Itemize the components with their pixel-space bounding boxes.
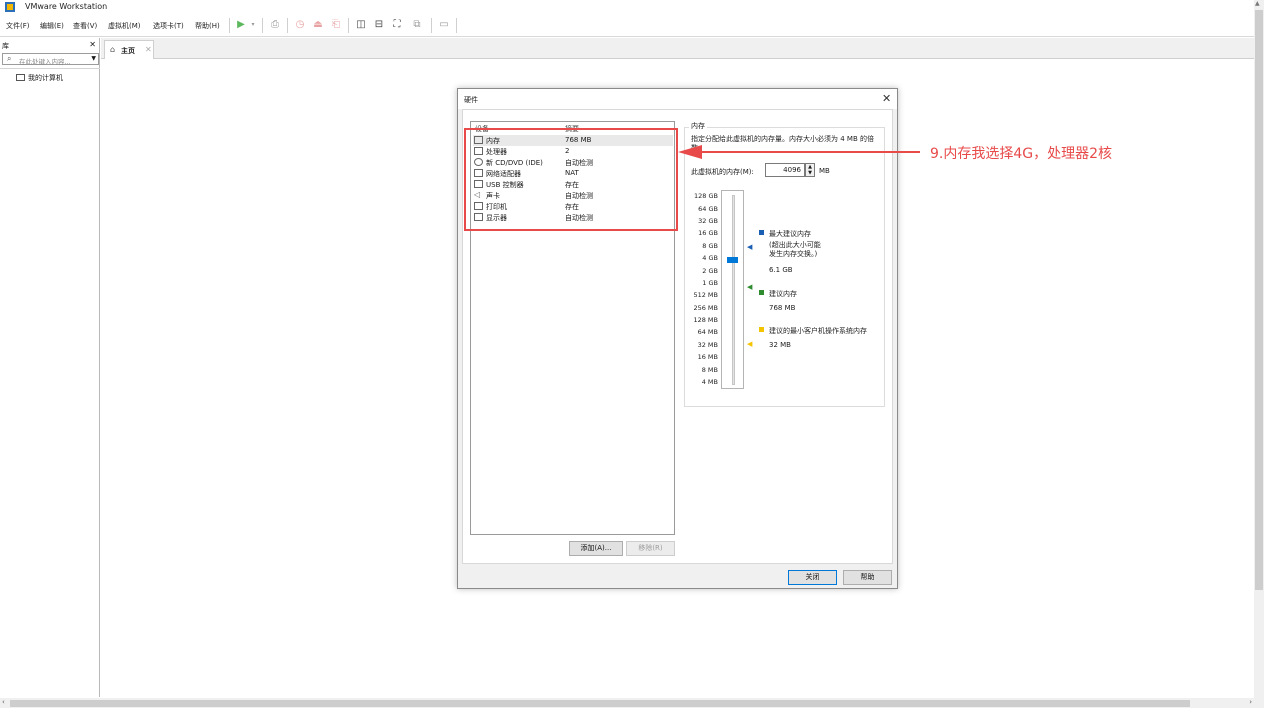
close-button[interactable]: 关闭 <box>788 570 837 585</box>
memory-size-input[interactable]: 4096 <box>765 163 805 177</box>
computer-icon <box>16 74 25 81</box>
legend-recommended-value: 768 MB <box>769 304 796 312</box>
annotation-arrow-icon <box>678 145 702 159</box>
scale-label: 32 GB <box>698 217 718 225</box>
memory-unit-label: MB <box>819 167 830 175</box>
scroll-up-icon[interactable]: ▲ <box>1255 0 1260 7</box>
thumbnail-bar-icon[interactable]: ⊟ <box>372 18 386 32</box>
menu-edit[interactable]: 编辑(E) <box>40 21 64 31</box>
tab-strip: ⌂ 主页 ✕ <box>101 38 1254 59</box>
vmware-logo-icon <box>5 2 15 12</box>
scale-label: 64 MB <box>697 328 718 336</box>
recommended-marker-icon: ◀ <box>747 283 753 291</box>
divider <box>0 68 100 69</box>
legend-swatch <box>759 230 764 235</box>
slider-track[interactable] <box>732 195 735 385</box>
tab-home[interactable]: ⌂ 主页 ✕ <box>104 40 154 59</box>
scale-label: 2 GB <box>702 267 718 275</box>
annotation-arrow-line <box>700 151 920 153</box>
title-bar: VMware Workstation <box>0 0 1264 15</box>
tree-item-label: 我的计算机 <box>28 74 63 82</box>
scale-label: 1 GB <box>702 279 718 287</box>
tree-item-my-computer[interactable]: 我的计算机 <box>16 73 63 83</box>
dialog-title: 硬件 <box>464 96 478 104</box>
memory-group-title: 内存 <box>689 121 707 131</box>
window-title: VMware Workstation <box>25 2 108 11</box>
toolbar-separator <box>287 18 288 33</box>
library-title: 库 <box>2 42 9 50</box>
memory-slider[interactable] <box>721 190 744 389</box>
horizontal-scrollbar[interactable]: ‹ › <box>0 698 1264 708</box>
send-keys-icon[interactable]: ⎙ <box>268 18 282 32</box>
menu-view[interactable]: 查看(V) <box>73 21 97 31</box>
memory-field-label: 此虚拟机的内存(M): <box>691 168 754 176</box>
scale-label: 128 MB <box>693 316 718 324</box>
legend-recommended-label: 建议内存 <box>769 290 797 298</box>
min-recommended-marker-icon: ◀ <box>747 340 753 348</box>
snapshot-icon[interactable]: ◷ <box>293 18 307 32</box>
toolbar-separator <box>456 18 457 33</box>
legend-max-label: 最大建议内存 <box>769 230 811 238</box>
scale-label: 8 GB <box>702 242 718 250</box>
legend-swatch <box>759 327 764 332</box>
search-icon: ⌕ <box>7 54 12 63</box>
close-icon[interactable]: ✕ <box>145 45 152 54</box>
library-search-input[interactable]: ⌕ 在此处键入内容... ▼ <box>2 53 99 66</box>
chevron-down-icon[interactable]: ▼ <box>91 55 96 62</box>
manage-snapshots-icon[interactable]: ⎗ <box>329 18 343 32</box>
menu-bar: 文件(F) 编辑(E) 查看(V) 虚拟机(M) 选项卡(T) 帮助(H) ▶ … <box>0 15 1264 37</box>
dropdown-icon[interactable]: ▾ <box>246 18 260 32</box>
scale-label: 256 MB <box>693 304 718 312</box>
search-placeholder: 在此处键入内容... <box>19 58 71 66</box>
menu-help[interactable]: 帮助(H) <box>195 21 220 31</box>
menu-tabs[interactable]: 选项卡(T) <box>153 21 184 31</box>
annotation-highlight-box <box>464 128 678 231</box>
scale-label: 512 MB <box>693 291 718 299</box>
legend-min-label: 建议的最小客户机操作系统内存 <box>769 327 867 335</box>
toolbar-separator <box>348 18 349 33</box>
legend-swatch <box>759 290 764 295</box>
scrollbar-thumb[interactable] <box>10 700 1190 707</box>
home-icon: ⌂ <box>110 45 116 54</box>
annotation-text: 9.内存我选择4G，处理器2核 <box>930 146 1113 162</box>
library-panel: 库 ✕ ⌕ 在此处键入内容... ▼ 我的计算机 <box>0 38 100 697</box>
scroll-left-icon[interactable]: ‹ <box>2 698 5 706</box>
scrollbar-thumb[interactable] <box>1255 10 1263 590</box>
revert-snapshot-icon[interactable]: ⏏ <box>311 18 325 32</box>
scale-label: 16 GB <box>698 229 718 237</box>
scale-label: 64 GB <box>698 205 718 213</box>
library-header: 库 ✕ <box>0 38 100 52</box>
scale-label: 16 MB <box>697 353 718 361</box>
toolbar-separator <box>431 18 432 33</box>
scroll-right-icon[interactable]: › <box>1249 698 1252 706</box>
remove-device-button[interactable]: 移除(R) <box>626 541 675 556</box>
vertical-scrollbar[interactable]: ▲ <box>1254 0 1264 698</box>
memory-spinner[interactable]: ▲ ▼ <box>805 163 815 177</box>
fullscreen-icon[interactable]: ⛶ <box>390 18 404 32</box>
scale-label: 32 MB <box>697 341 718 349</box>
legend-min-value: 32 MB <box>769 341 791 349</box>
legend-max-value: 6.1 GB <box>769 266 793 274</box>
tab-label: 主页 <box>121 47 135 55</box>
dialog-title-bar: 硬件 ✕ <box>458 89 897 109</box>
close-icon[interactable]: ✕ <box>89 40 96 49</box>
menu-file[interactable]: 文件(F) <box>6 21 30 31</box>
slider-thumb[interactable] <box>727 257 738 263</box>
close-icon[interactable]: ✕ <box>882 92 891 105</box>
scale-label: 8 MB <box>701 366 718 374</box>
max-recommended-marker-icon: ◀ <box>747 243 753 251</box>
unity-icon[interactable]: ⧉ <box>410 18 424 32</box>
scale-label: 128 GB <box>694 192 718 200</box>
legend-max-note: (超出此大小可能 发生内存交换。) <box>769 241 821 258</box>
console-view-icon[interactable]: ▭ <box>437 18 451 32</box>
toolbar-separator <box>229 18 230 33</box>
help-button[interactable]: 帮助 <box>843 570 892 585</box>
toolbar-separator <box>262 18 263 33</box>
library-view-icon[interactable]: ◫ <box>354 18 368 32</box>
scale-label: 4 MB <box>701 378 718 386</box>
menu-vm[interactable]: 虚拟机(M) <box>108 21 141 31</box>
add-device-button[interactable]: 添加(A)... <box>569 541 623 556</box>
scale-label: 4 GB <box>702 254 718 262</box>
